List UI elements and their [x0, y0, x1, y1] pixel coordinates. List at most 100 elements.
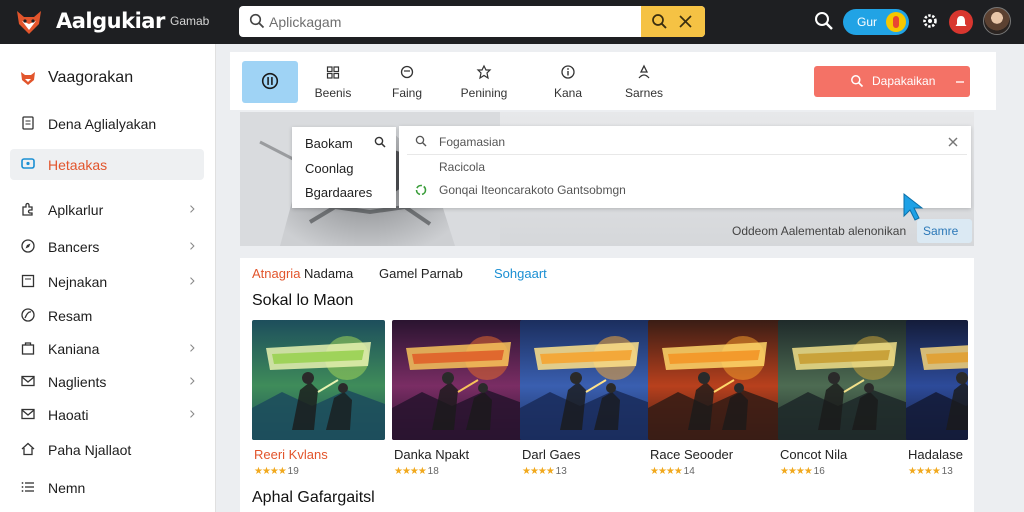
- game-cover-art: [778, 320, 911, 440]
- suggestion-panel: Fogamasian Racicola Gonqai Iteoncarakoto…: [399, 126, 971, 208]
- star-rating-icon: ★★★★: [522, 466, 556, 477]
- sidebar-item[interactable]: Dena Aglialyakan: [10, 108, 204, 139]
- sidebar-item[interactable]: Vaagorakan: [10, 63, 204, 94]
- sidebar-item-label: Haoati: [48, 407, 89, 423]
- close-icon[interactable]: [677, 13, 694, 30]
- top-nav-link[interactable]: Gamab: [170, 14, 209, 28]
- star-rating-icon: ★★★★: [394, 466, 428, 477]
- pointer-cursor-icon: [903, 192, 924, 221]
- search-icon[interactable]: [374, 136, 386, 148]
- sidebar-item[interactable]: Naglients: [10, 366, 204, 397]
- sidebar-item[interactable]: Hetaakas: [10, 149, 204, 180]
- game-title[interactable]: Danka Npakt: [394, 447, 469, 462]
- game-title[interactable]: Race Seooder: [650, 447, 733, 462]
- category-tab[interactable]: [242, 61, 298, 103]
- game-card[interactable]: Concot Nila ★★★★ 16: [778, 320, 911, 478]
- bell-icon: [955, 16, 967, 26]
- dropdown-item[interactable]: Coonlag: [305, 161, 353, 176]
- compass-icon: [21, 239, 35, 253]
- game-thumbnail[interactable]: [906, 320, 968, 440]
- suggestion-item[interactable]: Racicola: [439, 160, 485, 174]
- filter-tab[interactable]: Gamel Parnab: [379, 266, 463, 281]
- game-card[interactable]: Hadalase ★★★★ 13: [906, 320, 968, 478]
- divider: [956, 81, 964, 83]
- filter-tab[interactable]: Sohgaart: [494, 266, 547, 281]
- user-icon: [638, 64, 650, 79]
- sidebar-item-label: Hetaakas: [48, 157, 108, 173]
- sidebar-item[interactable]: Resam: [10, 300, 204, 331]
- game-cover-art: [392, 320, 525, 440]
- search-icon[interactable]: [813, 10, 835, 32]
- game-title[interactable]: Reeri Kvlans: [254, 447, 328, 462]
- sidebar-item[interactable]: Nejnakan: [10, 266, 204, 297]
- tag-icon: [476, 64, 492, 80]
- sidebar-item-label: Nemn: [48, 480, 86, 496]
- search-icon: [851, 75, 864, 88]
- game-thumbnail[interactable]: [778, 320, 911, 440]
- category-tab[interactable]: Kana: [540, 60, 596, 102]
- game-card[interactable]: Reeri Kvlans ★★★★ 19: [252, 320, 385, 478]
- shield-icon: [400, 65, 414, 79]
- suggestion-item[interactable]: Fogamasian: [439, 135, 505, 149]
- game-rating: ★★★★ 19: [254, 466, 299, 477]
- sidebar-item-label: Paha Njallaot: [48, 442, 132, 458]
- sidebar-item[interactable]: Bancers: [10, 231, 204, 262]
- currency-button[interactable]: Gur: [843, 9, 909, 35]
- sidebar-item[interactable]: Aplkarlur: [10, 194, 204, 225]
- gear-icon[interactable]: [920, 11, 940, 31]
- fox-logo-icon[interactable]: [14, 8, 44, 36]
- category-tab[interactable]: Faing: [379, 60, 435, 102]
- dropdown-item[interactable]: Baokam: [305, 136, 353, 151]
- home-icon: [21, 442, 35, 456]
- category-tab[interactable]: Sarnes: [616, 60, 672, 102]
- category-tab-label: Beenis: [314, 86, 352, 100]
- game-cover-art: [252, 320, 385, 440]
- bag-icon: [21, 342, 35, 355]
- sidebar-item[interactable]: Haoati: [10, 399, 204, 430]
- game-cover-art: [520, 320, 653, 440]
- sidebar-item-label: Bancers: [48, 239, 100, 255]
- game-card[interactable]: Race Seooder ★★★★ 14: [648, 320, 781, 478]
- category-tab[interactable]: Beenis: [305, 60, 361, 102]
- chat-icon: [21, 158, 35, 169]
- games-panel: Atnagria Nadama Gamel Parnab Sohgaart So…: [240, 258, 974, 512]
- sidebar-item[interactable]: Kaniana: [10, 333, 204, 364]
- sidebar-item-label: Dena Aglialyakan: [48, 116, 157, 132]
- game-thumbnail[interactable]: [520, 320, 653, 440]
- category-tab-label: Faing: [391, 86, 423, 100]
- search-input[interactable]: [269, 6, 639, 37]
- chevron-right-icon: [190, 277, 195, 285]
- document-icon: [22, 116, 34, 130]
- search-actions: [641, 6, 705, 37]
- game-title[interactable]: Hadalase: [908, 447, 963, 462]
- app-title[interactable]: Aalgukiar: [56, 9, 165, 33]
- game-thumbnail[interactable]: [252, 320, 385, 440]
- dropdown-menu: Baokam Coonlag Bgardaares: [292, 127, 396, 208]
- game-title[interactable]: Darl Gaes: [522, 447, 581, 462]
- category-tab-label: Kana: [553, 86, 583, 100]
- star-rating-icon: ★★★★: [254, 466, 288, 477]
- filter-highlight: Atnagria: [252, 266, 301, 281]
- game-thumbnail[interactable]: [392, 320, 525, 440]
- game-title[interactable]: Concot Nila: [780, 447, 847, 462]
- search-icon: [415, 135, 427, 147]
- game-card[interactable]: Darl Gaes ★★★★ 13: [520, 320, 653, 478]
- sidebar-item[interactable]: Paha Njallaot: [10, 434, 204, 465]
- close-icon[interactable]: [947, 136, 959, 148]
- filter-tab-primary[interactable]: Atnagria Nadama: [252, 266, 353, 281]
- category-tab[interactable]: Penining: [456, 60, 512, 102]
- chevron-right-icon: [190, 377, 195, 385]
- star-rating-icon: ★★★★: [908, 466, 942, 477]
- game-thumbnail[interactable]: [648, 320, 781, 440]
- mail-icon: [21, 408, 35, 420]
- dropdown-item[interactable]: Bgardaares: [305, 185, 372, 200]
- search-icon[interactable]: [651, 13, 668, 30]
- game-card[interactable]: Danka Npakt ★★★★ 18: [392, 320, 525, 478]
- explore-button[interactable]: Dapakaikan: [814, 66, 970, 97]
- sidebar-item[interactable]: Nemn: [10, 472, 204, 503]
- rating-value: 13: [555, 466, 567, 477]
- notification-icon[interactable]: [949, 10, 973, 34]
- search-bar: [239, 6, 705, 37]
- user-avatar[interactable]: [983, 7, 1011, 35]
- suggestion-item[interactable]: Gonqai Iteoncarakoto Gantsobmgn: [439, 183, 626, 197]
